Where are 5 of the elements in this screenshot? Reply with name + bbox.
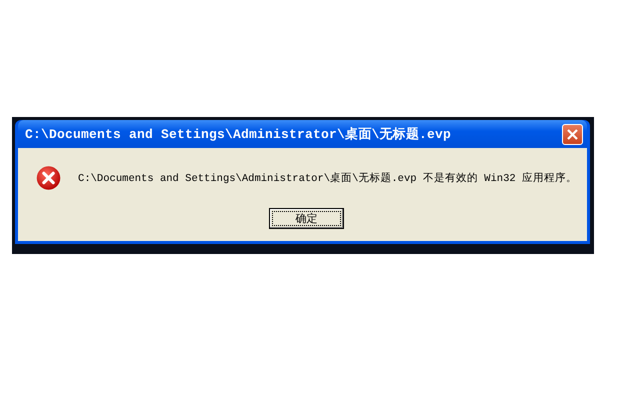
window-title: C:\Documents and Settings\Administrator\桌面\无标题.evp <box>25 126 452 143</box>
error-message: C:\Documents and Settings\Administrator\桌面\无标题.evp 不是有效的 Win32 应用程序。 <box>78 171 577 185</box>
close-icon <box>566 128 579 140</box>
ok-button[interactable]: 确定 <box>269 208 344 229</box>
close-button[interactable] <box>562 124 583 144</box>
